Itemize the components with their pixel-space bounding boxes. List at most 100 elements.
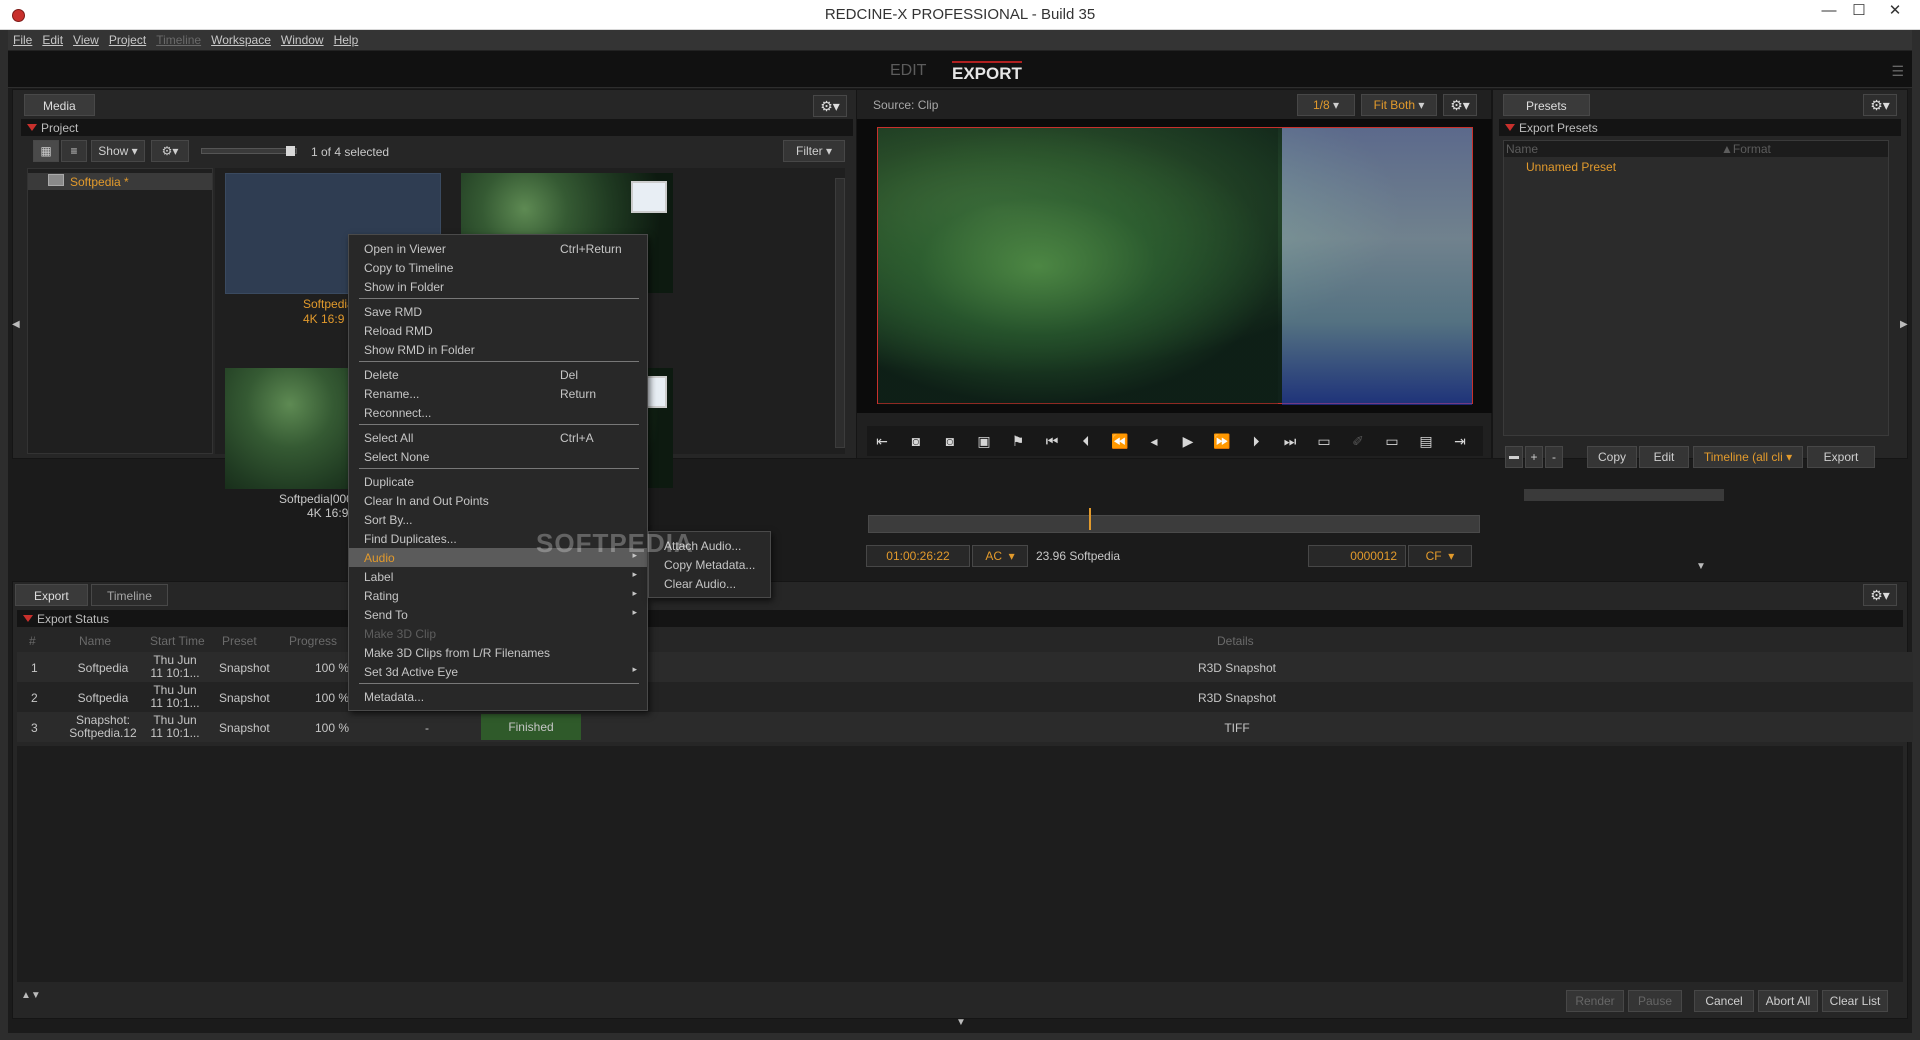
copy-button[interactable]: Copy (1587, 446, 1637, 468)
table-row[interactable]: 3 Snapshot: Softpedia.12 Thu Jun 11 10:1… (17, 712, 1913, 742)
col-progress[interactable]: Progress (289, 634, 337, 648)
col-format[interactable]: ▲Format (1721, 142, 1771, 156)
export-frame-icon[interactable]: ▣ (971, 428, 997, 454)
context-menu-item-make-3d-clips-from-l-r-filenames[interactable]: Make 3D Clips from L/R Filenames (349, 643, 647, 662)
mark-out-icon[interactable]: ⇥ (1447, 428, 1473, 454)
col-name[interactable]: Name (1506, 142, 1538, 156)
aspect-icon[interactable]: ▭ (1379, 428, 1405, 454)
menu-file[interactable]: File (8, 30, 37, 50)
context-menu-item-select-none[interactable]: Select None (349, 447, 647, 466)
context-menu-item-delete[interactable]: DeleteDel (349, 365, 647, 384)
media-scrollbar[interactable] (835, 178, 845, 448)
presets-hscroll[interactable] (1524, 489, 1724, 501)
menu-edit[interactable]: Edit (37, 30, 68, 50)
right-collapse-icon[interactable]: ▶ (1900, 319, 1908, 330)
r3d-snapshot-icon[interactable]: ◙ (937, 428, 963, 454)
tab-timeline[interactable]: Timeline (91, 584, 168, 606)
col-number[interactable]: # (29, 634, 36, 648)
context-menu-item-set-3d-active-eye[interactable]: Set 3d Active Eye▸ (349, 662, 647, 681)
go-end-icon[interactable]: ⏭ (1277, 428, 1303, 454)
mark-in-icon[interactable]: ⇤ (869, 428, 895, 454)
grid-view-icon[interactable]: ▦ (33, 140, 59, 162)
maximize-button[interactable]: ☐ (1840, 0, 1878, 24)
filter-dropdown[interactable]: Filter ▾ (783, 140, 845, 162)
next-mark-icon[interactable]: ⏵ (1243, 428, 1269, 454)
wand-icon[interactable]: ✐ (1345, 428, 1371, 454)
context-menu-item-save-rmd[interactable]: Save RMD (349, 302, 647, 321)
tab-export[interactable]: Export (15, 584, 88, 606)
timecode-field[interactable]: 01:00:26:22 (866, 545, 970, 567)
menu-window[interactable]: Window (276, 30, 329, 50)
rewind-icon[interactable]: ⏪ (1107, 428, 1133, 454)
abort-all-button[interactable]: Abort All (1758, 990, 1818, 1012)
mode-edit-tab[interactable]: EDIT (890, 62, 926, 80)
hamburger-icon[interactable]: ☰ (1891, 63, 1904, 80)
pause-button[interactable]: Pause (1628, 990, 1682, 1012)
media-options-gear-icon[interactable]: ⚙▾ (151, 140, 189, 162)
export-status-header[interactable]: Export Status (17, 610, 1903, 627)
menu-project[interactable]: Project (104, 30, 151, 50)
film-icon[interactable]: ▤ (1413, 428, 1439, 454)
context-menu-item-open-in-viewer[interactable]: Open in ViewerCtrl+Return (349, 239, 647, 258)
col-preset[interactable]: Preset (222, 634, 257, 648)
submenu-clear-audio[interactable]: Clear Audio... (649, 574, 770, 593)
context-menu-item-send-to[interactable]: Send To▸ (349, 605, 647, 624)
context-menu-item-select-all[interactable]: Select AllCtrl+A (349, 428, 647, 447)
context-menu-item-clear-in-and-out-points[interactable]: Clear In and Out Points (349, 491, 647, 510)
media-settings-gear-icon[interactable]: ⚙▾ (813, 95, 847, 117)
viewer-settings-gear-icon[interactable]: ⚙▾ (1443, 94, 1477, 116)
playhead[interactable] (1089, 508, 1091, 530)
edit-button[interactable]: Edit (1639, 446, 1689, 468)
snapshot-icon[interactable]: ◙ (903, 428, 929, 454)
step-back-icon[interactable]: ◂ (1141, 428, 1167, 454)
col-start-time[interactable]: Start Time (150, 634, 205, 648)
cf-dropdown[interactable]: CF ▾ (1408, 545, 1472, 567)
presets-settings-gear-icon[interactable]: ⚙▾ (1863, 94, 1897, 116)
new-folder-icon[interactable]: ▬ (1505, 446, 1523, 468)
bottom-collapse-icon[interactable]: ▼ (956, 1017, 966, 1028)
ac-dropdown[interactable]: AC ▾ (972, 545, 1028, 567)
context-menu-item-sort-by[interactable]: Sort By... (349, 510, 647, 529)
clear-list-button[interactable]: Clear List (1822, 990, 1888, 1012)
context-menu-item-label[interactable]: Label▸ (349, 567, 647, 586)
col-details[interactable]: Details (1217, 634, 1254, 648)
tab-media[interactable]: Media (24, 94, 95, 116)
project-section-header[interactable]: Project (21, 119, 853, 136)
menu-help[interactable]: Help (329, 30, 364, 50)
close-button[interactable]: ✕ (1876, 0, 1914, 24)
scrub-bar[interactable] (868, 515, 1480, 533)
add-preset-icon[interactable]: + (1525, 446, 1543, 468)
context-menu-item-rename[interactable]: Rename...Return (349, 384, 647, 403)
left-collapse-icon[interactable]: ◀ (12, 319, 20, 330)
preset-item[interactable]: Unnamed Preset (1526, 160, 1616, 174)
fit-dropdown[interactable]: Fit Both ▾ (1361, 94, 1437, 116)
monitor-icon[interactable]: ▭ (1311, 428, 1337, 454)
flag-icon[interactable]: ⚑ (1005, 428, 1031, 454)
render-button[interactable]: Render (1566, 990, 1624, 1012)
col-name[interactable]: Name (79, 634, 111, 648)
context-menu-item-reload-rmd[interactable]: Reload RMD (349, 321, 647, 340)
tree-item-softpedia[interactable]: Softpedia * (28, 173, 212, 190)
export-settings-gear-icon[interactable]: ⚙▾ (1863, 584, 1897, 606)
list-view-icon[interactable]: ≡ (61, 140, 87, 162)
remove-preset-icon[interactable]: - (1545, 446, 1563, 468)
menu-workspace[interactable]: Workspace (206, 30, 276, 50)
context-menu-item-show-rmd-in-folder[interactable]: Show RMD in Folder (349, 340, 647, 359)
table-row[interactable]: 1 Softpedia Thu Jun 11 10:1... Snapshot … (17, 652, 1913, 682)
go-start-icon[interactable]: ⏮ (1039, 428, 1065, 454)
prev-mark-icon[interactable]: ⏴ (1073, 428, 1099, 454)
show-dropdown[interactable]: Show ▾ (91, 140, 145, 162)
tab-presets[interactable]: Presets (1503, 94, 1590, 116)
slider-handle[interactable] (286, 146, 295, 156)
move-up-down-icon[interactable]: ▲▼ (21, 990, 41, 1001)
context-menu-item-copy-to-timeline[interactable]: Copy to Timeline (349, 258, 647, 277)
table-row[interactable]: 2 Softpedia Thu Jun 11 10:1... Snapshot … (17, 682, 1913, 712)
context-menu-item-show-in-folder[interactable]: Show in Folder (349, 277, 647, 296)
context-menu-item-rating[interactable]: Rating▸ (349, 586, 647, 605)
mode-export-tab[interactable]: EXPORT (952, 61, 1022, 84)
frame-field[interactable]: 0000012 (1308, 545, 1406, 567)
presets-expand-icon[interactable]: ▼ (1696, 561, 1706, 572)
thumb-size-slider[interactable] (201, 148, 297, 154)
context-menu-item-metadata[interactable]: Metadata... (349, 687, 647, 706)
resolution-dropdown[interactable]: 1/8 ▾ (1297, 94, 1355, 116)
